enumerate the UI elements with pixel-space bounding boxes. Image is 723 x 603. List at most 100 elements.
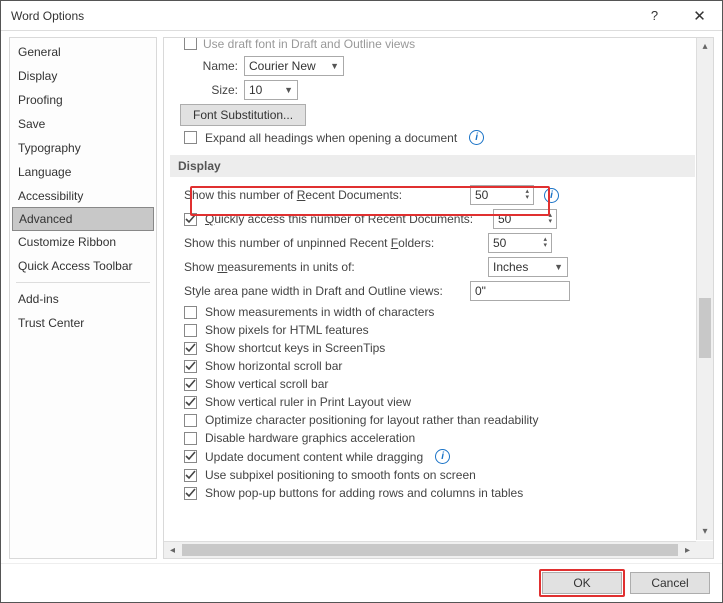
- scroll-corner: [696, 541, 713, 558]
- units-row: Show measurements in units of: Inches ▼: [170, 255, 695, 279]
- unpinned-row: Show this number of unpinned Recent Fold…: [170, 231, 695, 255]
- font-name-row: Name: Courier New ▼: [170, 54, 695, 78]
- checkbox-label: Show vertical ruler in Print Layout view: [205, 395, 411, 409]
- style-pane-row: Style area pane width in Draft and Outli…: [170, 279, 695, 303]
- display-option-row: Update document content while dragging i: [170, 447, 695, 466]
- scroll-up-icon[interactable]: ▴: [697, 38, 713, 55]
- quick-access-checkbox[interactable]: [184, 213, 197, 226]
- display-option-row: Optimize character positioning for layou…: [170, 411, 695, 429]
- scroll-left-icon[interactable]: ◂: [164, 542, 181, 558]
- font-size-label: Size:: [184, 83, 238, 97]
- sidebar-item-display[interactable]: Display: [10, 64, 156, 88]
- horizontal-scrollbar[interactable]: ◂ ▸: [164, 541, 696, 558]
- checkbox-label: Disable hardware graphics acceleration: [205, 431, 415, 445]
- checkbox-label: Show horizontal scroll bar: [205, 359, 342, 373]
- info-icon[interactable]: i: [435, 449, 450, 464]
- expand-headings-label: Expand all headings when opening a docum…: [205, 131, 457, 145]
- units-value: Inches: [493, 260, 528, 274]
- quick-access-spinner[interactable]: 50 ▴▾: [493, 209, 557, 229]
- scroll-down-icon[interactable]: ▾: [697, 523, 713, 540]
- options-content: Use draft font in Draft and Outline view…: [170, 38, 695, 540]
- checkbox[interactable]: [184, 414, 197, 427]
- checkbox-label: Optimize character positioning for layou…: [205, 413, 539, 427]
- checkbox-label: Show shortcut keys in ScreenTips: [205, 341, 385, 355]
- info-icon[interactable]: i: [544, 188, 559, 203]
- display-option-row: Show vertical scroll bar: [170, 375, 695, 393]
- sidebar-item-proofing[interactable]: Proofing: [10, 88, 156, 112]
- checkbox-label: Show pixels for HTML features: [205, 323, 369, 337]
- font-substitution-button[interactable]: Font Substitution...: [180, 104, 306, 126]
- cancel-button[interactable]: Cancel: [630, 572, 710, 594]
- display-option-row: Show pop-up buttons for adding rows and …: [170, 484, 695, 502]
- display-option-row: Show vertical ruler in Print Layout view: [170, 393, 695, 411]
- sidebar-item-advanced[interactable]: Advanced: [12, 207, 154, 231]
- info-icon[interactable]: i: [469, 130, 484, 145]
- sidebar-item-save[interactable]: Save: [10, 112, 156, 136]
- checkbox[interactable]: [184, 487, 197, 500]
- style-pane-value: 0": [475, 284, 486, 298]
- font-size-combo[interactable]: 10 ▼: [244, 80, 298, 100]
- checkbox-label: Update document content while dragging: [205, 450, 423, 464]
- vertical-scrollbar[interactable]: ▴ ▾: [696, 38, 713, 540]
- sidebar-item-accessibility[interactable]: Accessibility: [10, 184, 156, 208]
- quick-access-value: 50: [498, 212, 511, 226]
- checkbox-label: Use subpixel positioning to smooth fonts…: [205, 468, 476, 482]
- sidebar-separator: [16, 282, 150, 283]
- font-name-combo[interactable]: Courier New ▼: [244, 56, 344, 76]
- checkbox[interactable]: [184, 469, 197, 482]
- spinner-arrows-icon: ▴▾: [543, 237, 547, 249]
- category-sidebar: GeneralDisplayProofingSaveTypographyLang…: [9, 37, 157, 559]
- chevron-down-icon: ▼: [554, 262, 563, 272]
- close-button[interactable]: ✕: [677, 1, 722, 31]
- sidebar-item-trust-center[interactable]: Trust Center: [10, 311, 156, 335]
- scroll-right-icon[interactable]: ▸: [679, 542, 696, 558]
- checkbox[interactable]: [184, 360, 197, 373]
- style-pane-input[interactable]: 0": [470, 281, 570, 301]
- checkbox[interactable]: [184, 378, 197, 391]
- checkbox[interactable]: [184, 450, 197, 463]
- ok-button[interactable]: OK: [542, 572, 622, 594]
- unpinned-spinner[interactable]: 50 ▴▾: [488, 233, 552, 253]
- checkbox[interactable]: [184, 342, 197, 355]
- display-option-row: Show pixels for HTML features: [170, 321, 695, 339]
- display-section-header: Display: [170, 155, 695, 177]
- spinner-arrows-icon: ▴▾: [548, 213, 552, 225]
- checkbox[interactable]: [184, 432, 197, 445]
- recent-docs-row: Show this number of Recent Documents: 50…: [170, 183, 695, 207]
- font-size-row: Size: 10 ▼: [170, 78, 695, 102]
- display-option-row: Use subpixel positioning to smooth fonts…: [170, 466, 695, 484]
- help-button[interactable]: ?: [632, 1, 677, 31]
- checkbox[interactable]: [184, 306, 197, 319]
- sidebar-item-customize-ribbon[interactable]: Customize Ribbon: [10, 230, 156, 254]
- display-option-row: Show horizontal scroll bar: [170, 357, 695, 375]
- expand-headings-checkbox[interactable]: [184, 131, 197, 144]
- unpinned-value: 50: [493, 236, 506, 250]
- chevron-down-icon: ▼: [330, 61, 339, 71]
- sidebar-item-typography[interactable]: Typography: [10, 136, 156, 160]
- dialog-footer: OK Cancel: [1, 563, 722, 602]
- quick-access-label: Quickly access this number of Recent Doc…: [205, 212, 485, 226]
- checkbox-label: Show measurements in width of characters: [205, 305, 434, 319]
- font-name-label: Name:: [184, 59, 238, 73]
- units-label: Show measurements in units of:: [184, 260, 482, 274]
- units-combo[interactable]: Inches ▼: [488, 257, 568, 277]
- checkbox[interactable]: [184, 324, 197, 337]
- display-option-row: Disable hardware graphics acceleration: [170, 429, 695, 447]
- draft-font-label: Use draft font in Draft and Outline view…: [203, 38, 415, 51]
- sidebar-item-quick-access-toolbar[interactable]: Quick Access Toolbar: [10, 254, 156, 278]
- sidebar-item-language[interactable]: Language: [10, 160, 156, 184]
- checkbox[interactable]: [184, 396, 197, 409]
- scroll-thumb[interactable]: [182, 544, 678, 556]
- style-pane-label: Style area pane width in Draft and Outli…: [184, 284, 464, 298]
- unpinned-label: Show this number of unpinned Recent Fold…: [184, 236, 482, 250]
- chevron-down-icon: ▼: [284, 85, 293, 95]
- scroll-thumb[interactable]: [699, 298, 711, 358]
- titlebar: Word Options ? ✕: [1, 1, 722, 31]
- recent-docs-spinner[interactable]: 50 ▴▾: [470, 185, 534, 205]
- sidebar-item-add-ins[interactable]: Add-ins: [10, 287, 156, 311]
- expand-headings-row: Expand all headings when opening a docum…: [170, 128, 695, 147]
- checkbox-label: Show pop-up buttons for adding rows and …: [205, 486, 523, 500]
- draft-font-checkbox[interactable]: [184, 38, 197, 50]
- word-options-dialog: Word Options ? ✕ GeneralDisplayProofingS…: [0, 0, 723, 603]
- sidebar-item-general[interactable]: General: [10, 40, 156, 64]
